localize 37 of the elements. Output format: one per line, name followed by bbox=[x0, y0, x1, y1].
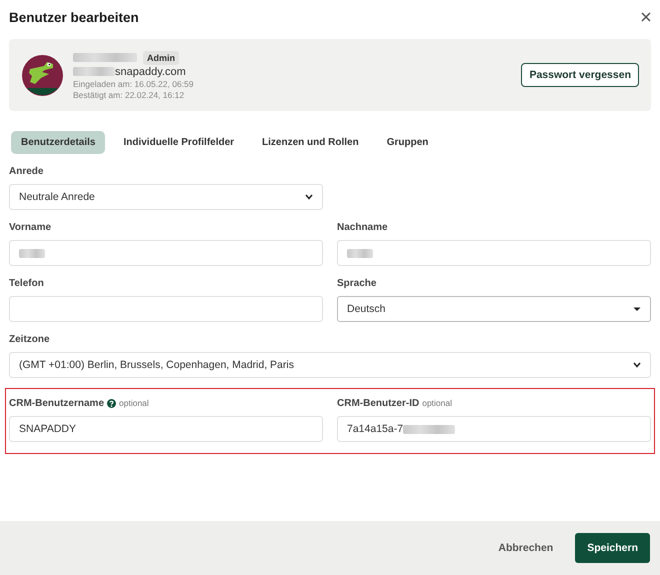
optional-note: optional bbox=[119, 398, 149, 408]
dialog-title: Benutzer bearbeiten bbox=[9, 10, 139, 24]
select-field[interactable]: (GMT +01:00) Berlin, Brussels, Copenhagen, Madrid, Paris bbox=[9, 352, 651, 378]
save-button[interactable]: Speichern bbox=[575, 533, 650, 563]
close-icon[interactable] bbox=[641, 12, 651, 22]
caret-down-icon bbox=[633, 306, 641, 312]
input-field[interactable] bbox=[9, 240, 323, 266]
field-label: Anrede bbox=[9, 166, 44, 176]
email-domain: snapaddy.com bbox=[115, 66, 186, 78]
select-field[interactable]: Deutsch bbox=[337, 296, 651, 322]
chevron-down-icon bbox=[305, 194, 313, 200]
chevron-down-icon bbox=[633, 362, 641, 368]
field-label: Zeitzone bbox=[9, 334, 50, 344]
input-field[interactable]: 7a14a15a-7 bbox=[337, 416, 651, 442]
redacted-text bbox=[73, 53, 137, 62]
field-label: Telefon bbox=[9, 278, 44, 288]
forgot-password-button[interactable]: Passwort vergessen bbox=[521, 63, 639, 87]
redacted-text bbox=[73, 67, 115, 76]
field-label: CRM-Benutzer-ID bbox=[337, 398, 420, 408]
field-label: Sprache bbox=[337, 278, 376, 288]
cancel-button[interactable]: Abbrechen bbox=[486, 533, 566, 563]
role-badge: Admin bbox=[143, 50, 179, 64]
input-field[interactable] bbox=[337, 240, 651, 266]
input-field[interactable]: SNAPADDY bbox=[9, 416, 323, 442]
confirmed-date: Bestätigt am: 22.02.24, 16:12 bbox=[73, 90, 186, 100]
field-label: CRM-Benutzername bbox=[9, 398, 104, 408]
avatar-drawing bbox=[22, 54, 63, 96]
tab[interactable]: Lizenzen und Rollen bbox=[252, 131, 369, 154]
field-label: Vorname bbox=[9, 222, 52, 232]
input-field[interactable] bbox=[9, 296, 323, 322]
tab[interactable]: Individuelle Profilfelder bbox=[113, 131, 244, 154]
invited-date: Eingeladen am: 16.05.22, 06:59 bbox=[73, 78, 195, 88]
select-field[interactable]: Neutrale Anrede bbox=[9, 184, 323, 210]
optional-note: optional bbox=[422, 398, 452, 408]
tab[interactable]: Benutzerdetails bbox=[11, 131, 106, 154]
tab[interactable]: Gruppen bbox=[376, 131, 438, 154]
field-label: Nachname bbox=[337, 222, 388, 232]
